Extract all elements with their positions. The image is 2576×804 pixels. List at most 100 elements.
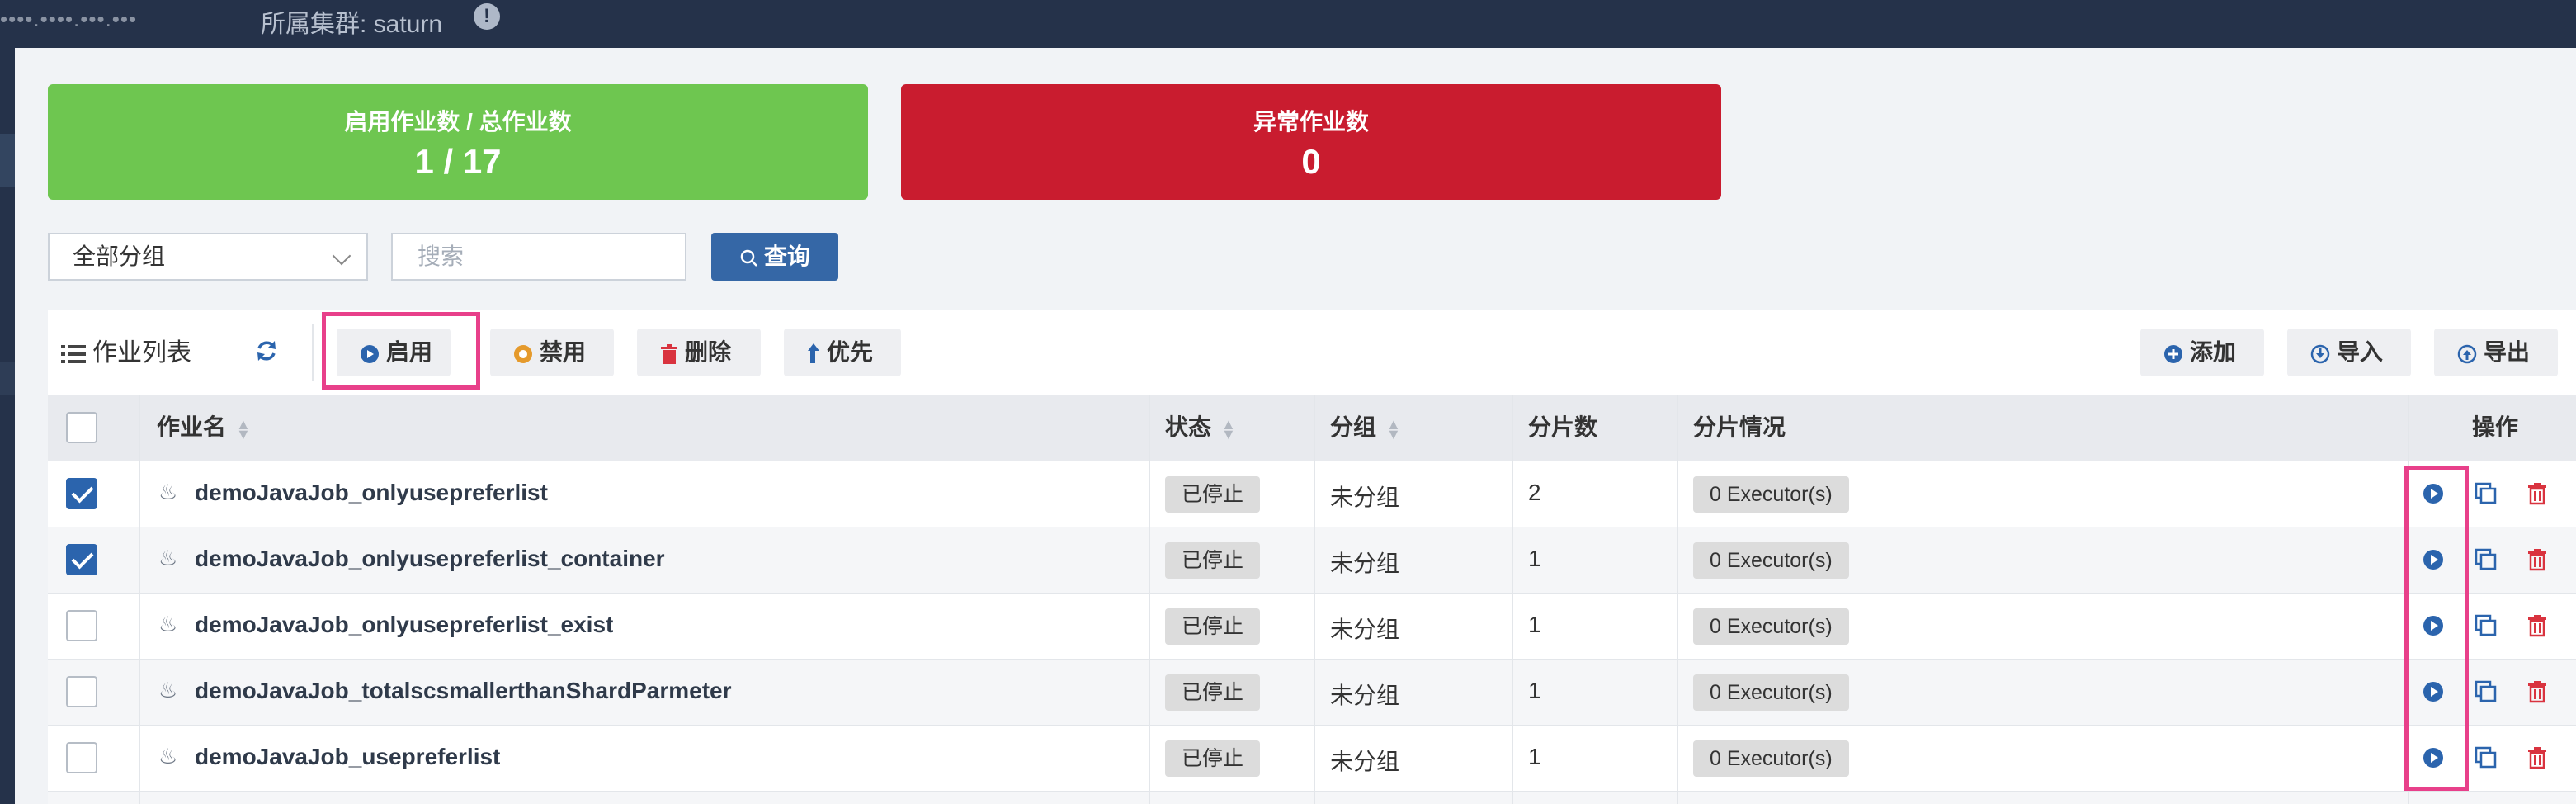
delete-button[interactable]: 删除 <box>637 329 761 376</box>
host-address: ••••.••••.•••.••• <box>0 7 138 31</box>
status-badge: 已停止 <box>1165 740 1261 777</box>
trash-icon <box>661 343 677 364</box>
copy-icon[interactable] <box>2472 744 2500 772</box>
trash-icon[interactable] <box>2523 678 2551 706</box>
table-header: 作业名 ▲ ▼ 状态 ▲ ▼ 分组 ▲ ▼ 分片数 分片情况 操作 <box>48 395 2576 461</box>
executor-badge[interactable]: 0 Executor(s) <box>1693 542 1849 579</box>
table-row-partial <box>48 791 2576 804</box>
sidebar-active-item[interactable] <box>0 134 15 187</box>
group-select-value: 全部分组 <box>73 244 166 269</box>
priority-button[interactable]: 优先 <box>784 329 901 376</box>
enable-label: 启用 <box>386 339 433 365</box>
column-divider <box>1677 395 1678 804</box>
shards-cell: 1 <box>1528 744 1541 769</box>
top-bar: ••••.••••.•••.••• 所属集群: saturn ! <box>0 0 2576 48</box>
group-cell: 未分组 <box>1330 617 1400 642</box>
shards-cell: 1 <box>1528 678 1541 703</box>
executor-badge[interactable]: 0 Executor(s) <box>1693 608 1849 645</box>
status-badge: 已停止 <box>1165 608 1261 645</box>
play-circle-icon[interactable] <box>2419 678 2447 706</box>
column-divider <box>1314 395 1315 804</box>
list-icon <box>61 345 86 364</box>
play-circle-icon[interactable] <box>2419 546 2447 574</box>
abnormal-jobs-value: 0 <box>1301 142 1321 181</box>
chevron-down-icon <box>332 246 351 266</box>
executor-badge[interactable]: 0 Executor(s) <box>1693 674 1849 711</box>
trash-icon[interactable] <box>2523 546 2551 574</box>
job-name[interactable]: demoJavaJob_onlyusepreferlist_exist <box>195 612 613 638</box>
group-select[interactable]: 全部分组 <box>48 233 368 281</box>
copy-icon[interactable] <box>2472 678 2500 706</box>
play-circle-icon[interactable] <box>2419 612 2447 640</box>
play-circle-icon[interactable] <box>2419 744 2447 772</box>
job-name[interactable]: demoJavaJob_onlyusepreferlist <box>195 480 548 506</box>
column-header-shards: 分片数 <box>1528 414 1598 440</box>
trash-icon[interactable] <box>2523 744 2551 772</box>
table-row[interactable]: ♨ demoJavaJob_onlyusepreferlist_containe… <box>48 527 2576 593</box>
play-circle-icon <box>361 344 379 363</box>
column-header-name[interactable]: 作业名 ▲ ▼ <box>157 395 251 461</box>
column-header-actions: 操作 <box>2472 414 2519 440</box>
copy-icon[interactable] <box>2472 480 2500 508</box>
table-row[interactable]: ♨ demoJavaJob_usepreferlist 已停止 未分组 1 0 … <box>48 725 2576 791</box>
java-icon: ♨ <box>158 546 178 570</box>
column-header-group[interactable]: 分组 ▲ ▼ <box>1330 395 1401 461</box>
column-divider <box>1512 395 1513 804</box>
job-name[interactable]: demoJavaJob_usepreferlist <box>195 744 500 770</box>
table-row[interactable]: ♨ demoJavaJob_totalscsmallerthanShardPar… <box>48 659 2576 725</box>
sidebar-strip <box>0 48 15 804</box>
row-checkbox[interactable] <box>66 478 97 509</box>
disable-button[interactable]: 禁用 <box>490 329 614 376</box>
add-button[interactable]: 添加 <box>2140 329 2264 376</box>
info-icon[interactable]: ! <box>474 3 500 30</box>
table-row[interactable]: ♨ demoJavaJob_onlyusepreferlist_exist 已停… <box>48 593 2576 659</box>
enabled-jobs-value: 1 / 17 <box>414 142 502 181</box>
column-divider <box>1149 395 1150 804</box>
row-checkbox[interactable] <box>66 742 97 773</box>
refresh-icon[interactable] <box>254 338 279 363</box>
group-cell: 未分组 <box>1330 749 1400 774</box>
row-checkbox[interactable] <box>66 676 97 707</box>
cluster-label: 所属集群: saturn <box>261 11 443 38</box>
trash-icon[interactable] <box>2523 480 2551 508</box>
column-header-status[interactable]: 状态 ▲ ▼ <box>1165 395 1236 461</box>
copy-icon[interactable] <box>2472 546 2500 574</box>
import-button[interactable]: 导入 <box>2287 329 2411 376</box>
plus-circle-icon <box>2164 344 2182 363</box>
copy-icon[interactable] <box>2472 612 2500 640</box>
shards-cell: 1 <box>1528 612 1541 637</box>
column-header-shard-status: 分片情况 <box>1693 414 1786 440</box>
abnormal-jobs-label: 异常作业数 <box>1253 109 1369 135</box>
search-input[interactable] <box>391 233 686 281</box>
sort-icon: ▲ ▼ <box>1386 415 1401 442</box>
job-name[interactable]: demoJavaJob_onlyusepreferlist_container <box>195 546 665 572</box>
column-divider <box>139 395 140 804</box>
toolbar-divider <box>312 324 314 381</box>
stop-circle-icon <box>514 344 532 363</box>
search-icon <box>740 249 757 267</box>
enable-button[interactable]: 启用 <box>337 329 451 376</box>
export-label: 导出 <box>2484 339 2531 365</box>
shards-cell: 1 <box>1528 546 1541 571</box>
export-button[interactable]: 导出 <box>2434 329 2558 376</box>
status-badge: 已停止 <box>1165 542 1261 579</box>
priority-label: 优先 <box>827 339 874 365</box>
job-name[interactable]: demoJavaJob_totalscsmallerthanShardParme… <box>195 678 732 704</box>
java-icon: ♨ <box>158 612 178 636</box>
trash-icon[interactable] <box>2523 612 2551 640</box>
table-row[interactable]: ♨ demoJavaJob_onlyusepreferlist 已停止 未分组 … <box>48 461 2576 527</box>
status-badge: 已停止 <box>1165 674 1261 711</box>
executor-badge[interactable]: 0 Executor(s) <box>1693 476 1849 513</box>
select-all-checkbox[interactable] <box>66 412 97 443</box>
abnormal-jobs-card: 异常作业数 0 <box>901 84 1721 200</box>
import-label: 导入 <box>2337 339 2384 365</box>
executor-badge[interactable]: 0 Executor(s) <box>1693 740 1849 777</box>
add-label: 添加 <box>2190 339 2237 365</box>
status-badge: 已停止 <box>1165 476 1261 513</box>
row-checkbox[interactable] <box>66 544 97 575</box>
query-button[interactable]: 查询 <box>711 233 838 281</box>
play-circle-icon[interactable] <box>2419 480 2447 508</box>
sidebar-item[interactable] <box>0 362 15 395</box>
shards-cell: 2 <box>1528 480 1541 505</box>
row-checkbox[interactable] <box>66 610 97 641</box>
